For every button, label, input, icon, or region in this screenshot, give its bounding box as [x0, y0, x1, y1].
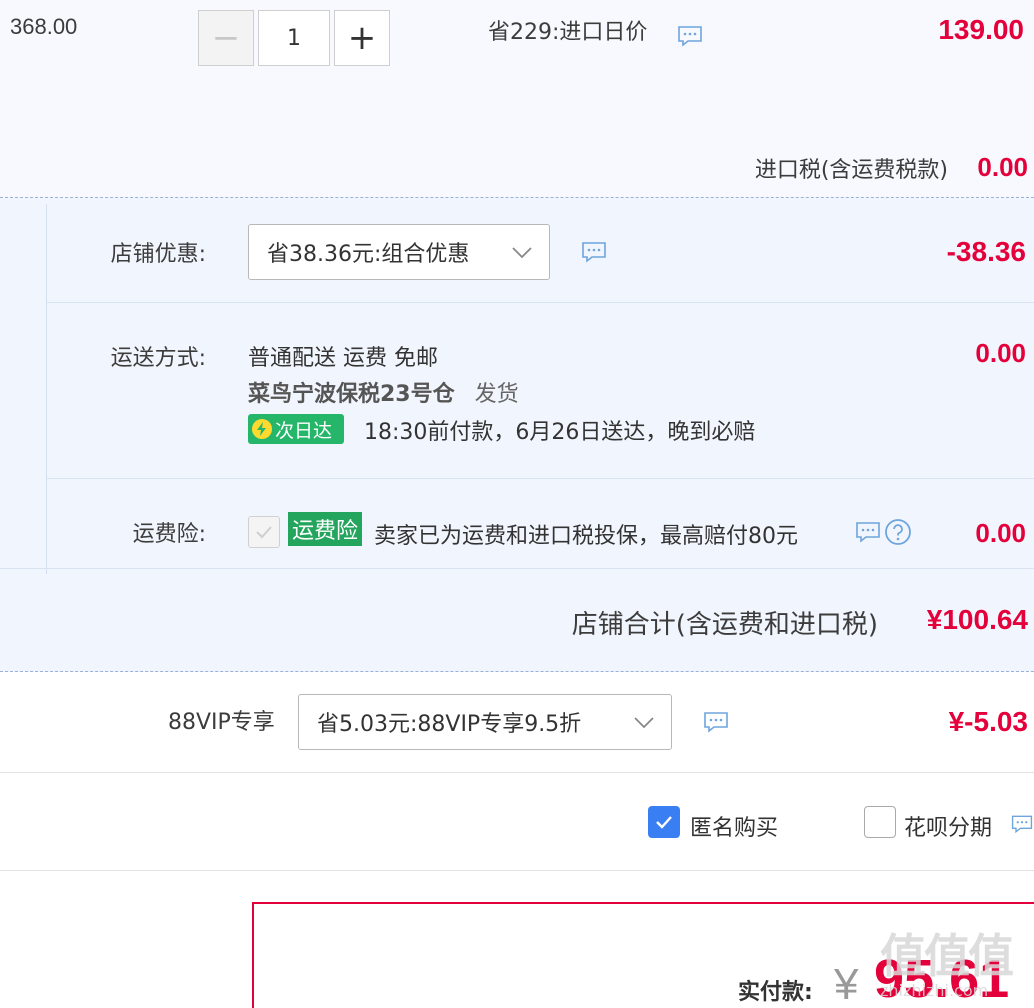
- row-divider: [46, 302, 1034, 303]
- shop-total-label: 店铺合计(含运费和进口税): [571, 610, 878, 640]
- shop-section: 店铺优惠: 省38.36元:组合优惠 -38.36 运送方式: 普通配送 运费 …: [0, 198, 1034, 672]
- quantity-decrease-button[interactable]: −: [198, 10, 254, 66]
- huabei-label[interactable]: 花呗分期: [904, 810, 992, 842]
- shop-total-value: ¥100.64: [926, 604, 1028, 635]
- vip-discount-value: ¥-5.03: [948, 706, 1028, 737]
- insurance-badge: 运费险: [288, 512, 363, 546]
- item-promo-text: 省229:进口日价: [488, 20, 648, 45]
- anonymous-checkbox[interactable]: [648, 806, 680, 838]
- ship-from-text: 发货: [474, 382, 519, 407]
- warehouse-line: 菜鸟宁波保税23号仓 发货: [248, 376, 519, 408]
- divider: [0, 772, 1034, 773]
- divider: [0, 870, 1034, 871]
- chat-icon[interactable]: [854, 520, 882, 544]
- import-tax-value: 0.00: [977, 152, 1028, 182]
- row-divider: [46, 478, 1034, 479]
- next-day-badge: 次日达: [248, 414, 344, 444]
- watermark-site: zhizhizhi.com: [880, 981, 989, 1000]
- chat-icon[interactable]: [580, 240, 608, 264]
- original-price: 368.00: [10, 14, 78, 39]
- insurance-label: 运费险:: [132, 522, 206, 547]
- vip-selected-text: 省5.03元:88VIP专享9.5折: [317, 712, 582, 737]
- chat-icon[interactable]: [702, 710, 730, 734]
- watermark-text: 值值值: [880, 929, 1014, 983]
- huabei-checkbox[interactable]: [864, 806, 896, 838]
- chevron-down-icon: [633, 711, 655, 733]
- payment-label: 实付款:: [738, 980, 813, 1005]
- shipping-label: 运送方式:: [110, 346, 206, 371]
- chevron-down-icon: [511, 241, 533, 263]
- item-price: 139.00: [938, 14, 1024, 45]
- delivery-promise: 18:30前付款，6月26日送达，晚到必赔: [364, 420, 756, 445]
- quantity-increase-button[interactable]: +: [334, 10, 390, 66]
- insurance-value: 0.00: [975, 518, 1026, 548]
- payment-currency: ¥: [834, 960, 859, 1008]
- vip-label: 88VIP专享: [168, 710, 275, 735]
- row-divider: [0, 568, 1034, 569]
- shop-discount-select[interactable]: 省38.36元:组合优惠: [248, 224, 550, 280]
- shipping-value: 0.00: [975, 338, 1026, 368]
- next-day-badge-label: 次日达: [275, 419, 333, 442]
- item-section: 368.00 − 1 + 省229:进口日价 139.00 进口税(含运费税款)…: [0, 0, 1034, 198]
- shop-discount-selected-text: 省38.36元:组合优惠: [267, 242, 470, 267]
- import-tax-label: 进口税(含运费税款): [754, 158, 948, 183]
- anonymous-label[interactable]: 匿名购买: [690, 810, 778, 842]
- shipping-method: 普通配送 运费 免邮: [248, 346, 438, 371]
- watermark-logo: 值值值 zhizhizhi.com: [880, 930, 1034, 1008]
- chat-icon[interactable]: [1010, 812, 1034, 836]
- lightning-icon: [252, 419, 272, 439]
- vip-discount-select[interactable]: 省5.03元:88VIP专享9.5折: [298, 694, 672, 750]
- insurance-checkbox: [248, 516, 280, 548]
- help-icon[interactable]: [884, 518, 912, 546]
- chat-icon[interactable]: [676, 24, 704, 48]
- shop-discount-label: 店铺优惠:: [110, 242, 206, 267]
- quantity-input[interactable]: 1: [258, 10, 330, 66]
- insurance-text: 卖家已为运费和进口税投保，最高赔付80元: [374, 524, 798, 549]
- warehouse-name: 菜鸟宁波保税23号仓: [248, 382, 455, 407]
- shop-discount-value: -38.36: [946, 236, 1026, 267]
